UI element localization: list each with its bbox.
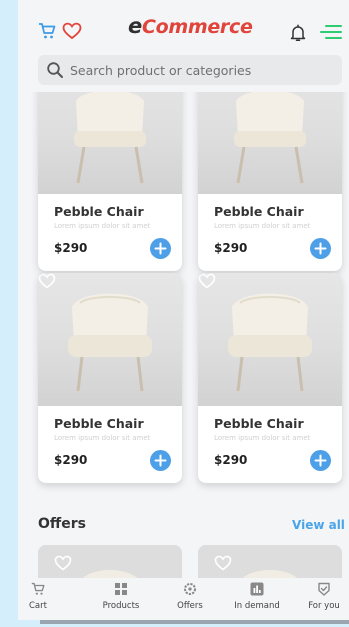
nav-label: Products (102, 601, 140, 611)
nav-item-for-you[interactable]: For you (294, 578, 349, 620)
product-description: Lorem ipsum dolor sit amet (54, 222, 151, 230)
app-header: eCommerce (18, 0, 349, 92)
menu-icon[interactable] (320, 24, 342, 40)
product-image (38, 273, 182, 406)
app-screen: Pebble Chair Lorem ipsum dolor sit amet … (18, 0, 349, 620)
brand-logo-text: Commerce (141, 16, 253, 38)
cart-icon (31, 582, 45, 595)
add-to-cart-button[interactable] (150, 238, 171, 259)
heart-icon[interactable] (198, 273, 216, 289)
nav-label: For you (308, 601, 340, 611)
search-icon (47, 62, 63, 78)
plus-icon (154, 454, 167, 467)
heart-icon[interactable] (62, 22, 82, 40)
add-to-cart-button[interactable] (310, 238, 331, 259)
bar-chart-icon (250, 582, 264, 596)
grid-icon (115, 583, 127, 595)
nav-item-products[interactable]: Products (91, 578, 151, 620)
product-title: Pebble Chair (214, 204, 304, 219)
product-card[interactable]: Pebble Chair Lorem ipsum dolor sit amet … (198, 273, 342, 483)
nav-item-offers[interactable]: Offers (160, 578, 220, 620)
view-all-link[interactable]: View all (292, 518, 345, 532)
heart-icon[interactable] (38, 273, 56, 289)
nav-label: Offers (177, 601, 203, 611)
offers-heading: Offers (38, 516, 86, 532)
product-description: Lorem ipsum dolor sit amet (214, 434, 311, 442)
plus-icon (314, 242, 327, 255)
cart-icon[interactable] (38, 22, 56, 40)
plus-icon (314, 454, 327, 467)
product-description: Lorem ipsum dolor sit amet (54, 434, 151, 442)
heart-icon[interactable] (54, 555, 72, 571)
shield-check-icon (318, 582, 330, 596)
search-bar[interactable] (38, 55, 342, 85)
add-to-cart-button[interactable] (310, 450, 331, 471)
nav-label: Cart (29, 601, 47, 611)
product-price: $290 (54, 453, 88, 467)
nav-item-cart[interactable]: Cart (18, 578, 68, 620)
product-price: $290 (54, 241, 88, 255)
product-price: $290 (214, 241, 248, 255)
nav-label: In demand (234, 601, 280, 611)
product-title: Pebble Chair (214, 416, 304, 431)
product-image (198, 273, 342, 406)
screen-bottom-edge (40, 620, 349, 624)
brand-logo: eCommerce (128, 14, 253, 38)
gear-badge-icon (184, 583, 196, 595)
plus-icon (154, 242, 167, 255)
product-title: Pebble Chair (54, 204, 144, 219)
product-title: Pebble Chair (54, 416, 144, 431)
product-description: Lorem ipsum dolor sit amet (214, 222, 311, 230)
product-card[interactable]: Pebble Chair Lorem ipsum dolor sit amet … (198, 61, 342, 271)
brand-logo-letter: e (128, 14, 142, 38)
product-card[interactable]: Pebble Chair Lorem ipsum dolor sit amet … (38, 273, 182, 483)
product-price: $290 (214, 453, 248, 467)
product-card[interactable]: Pebble Chair Lorem ipsum dolor sit amet … (38, 61, 182, 271)
add-to-cart-button[interactable] (150, 450, 171, 471)
nav-item-in-demand[interactable]: In demand (227, 578, 287, 620)
heart-icon[interactable] (214, 555, 232, 571)
bottom-nav: Cart Products Offers In demand For you (18, 578, 349, 620)
bell-icon[interactable] (290, 24, 306, 42)
search-input[interactable] (70, 55, 332, 85)
